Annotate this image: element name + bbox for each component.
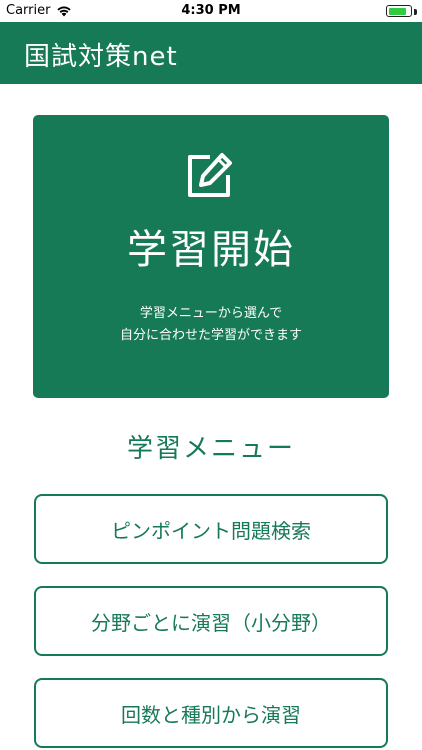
pinpoint-search-label: ピンポイント問題検索 (111, 518, 311, 543)
battery-tip (414, 9, 417, 15)
battery-icon (386, 5, 412, 17)
start-learning-button[interactable]: 学習開始 学習メニューから選んで 自分に合わせた学習ができます (33, 115, 389, 398)
hero-description: 学習メニューから選んで 自分に合わせた学習ができます (33, 303, 389, 347)
battery-fill (388, 7, 406, 15)
practice-by-session-button[interactable]: 回数と種別から演習 (34, 678, 388, 748)
status-time: 4:30 PM (181, 3, 241, 18)
status-bar: Carrier 4:30 PM (0, 0, 422, 22)
hero-description-line1: 学習メニューから選んで (139, 306, 283, 321)
pinpoint-search-button[interactable]: ピンポイント問題検索 (34, 494, 388, 564)
edit-icon (188, 153, 232, 197)
practice-by-field-button[interactable]: 分野ごとに演習（小分野） (34, 586, 388, 656)
menu-title: 学習メニュー (126, 434, 295, 464)
practice-by-session-label: 回数と種別から演習 (121, 702, 301, 727)
app-header: 国試対策net (0, 22, 422, 84)
hero-description-line2: 自分に合わせた学習ができます (119, 328, 302, 343)
app-title: 国試対策net (24, 42, 178, 72)
hero-title: 学習開始 (127, 227, 295, 273)
practice-by-field-label: 分野ごとに演習（小分野） (91, 610, 331, 635)
